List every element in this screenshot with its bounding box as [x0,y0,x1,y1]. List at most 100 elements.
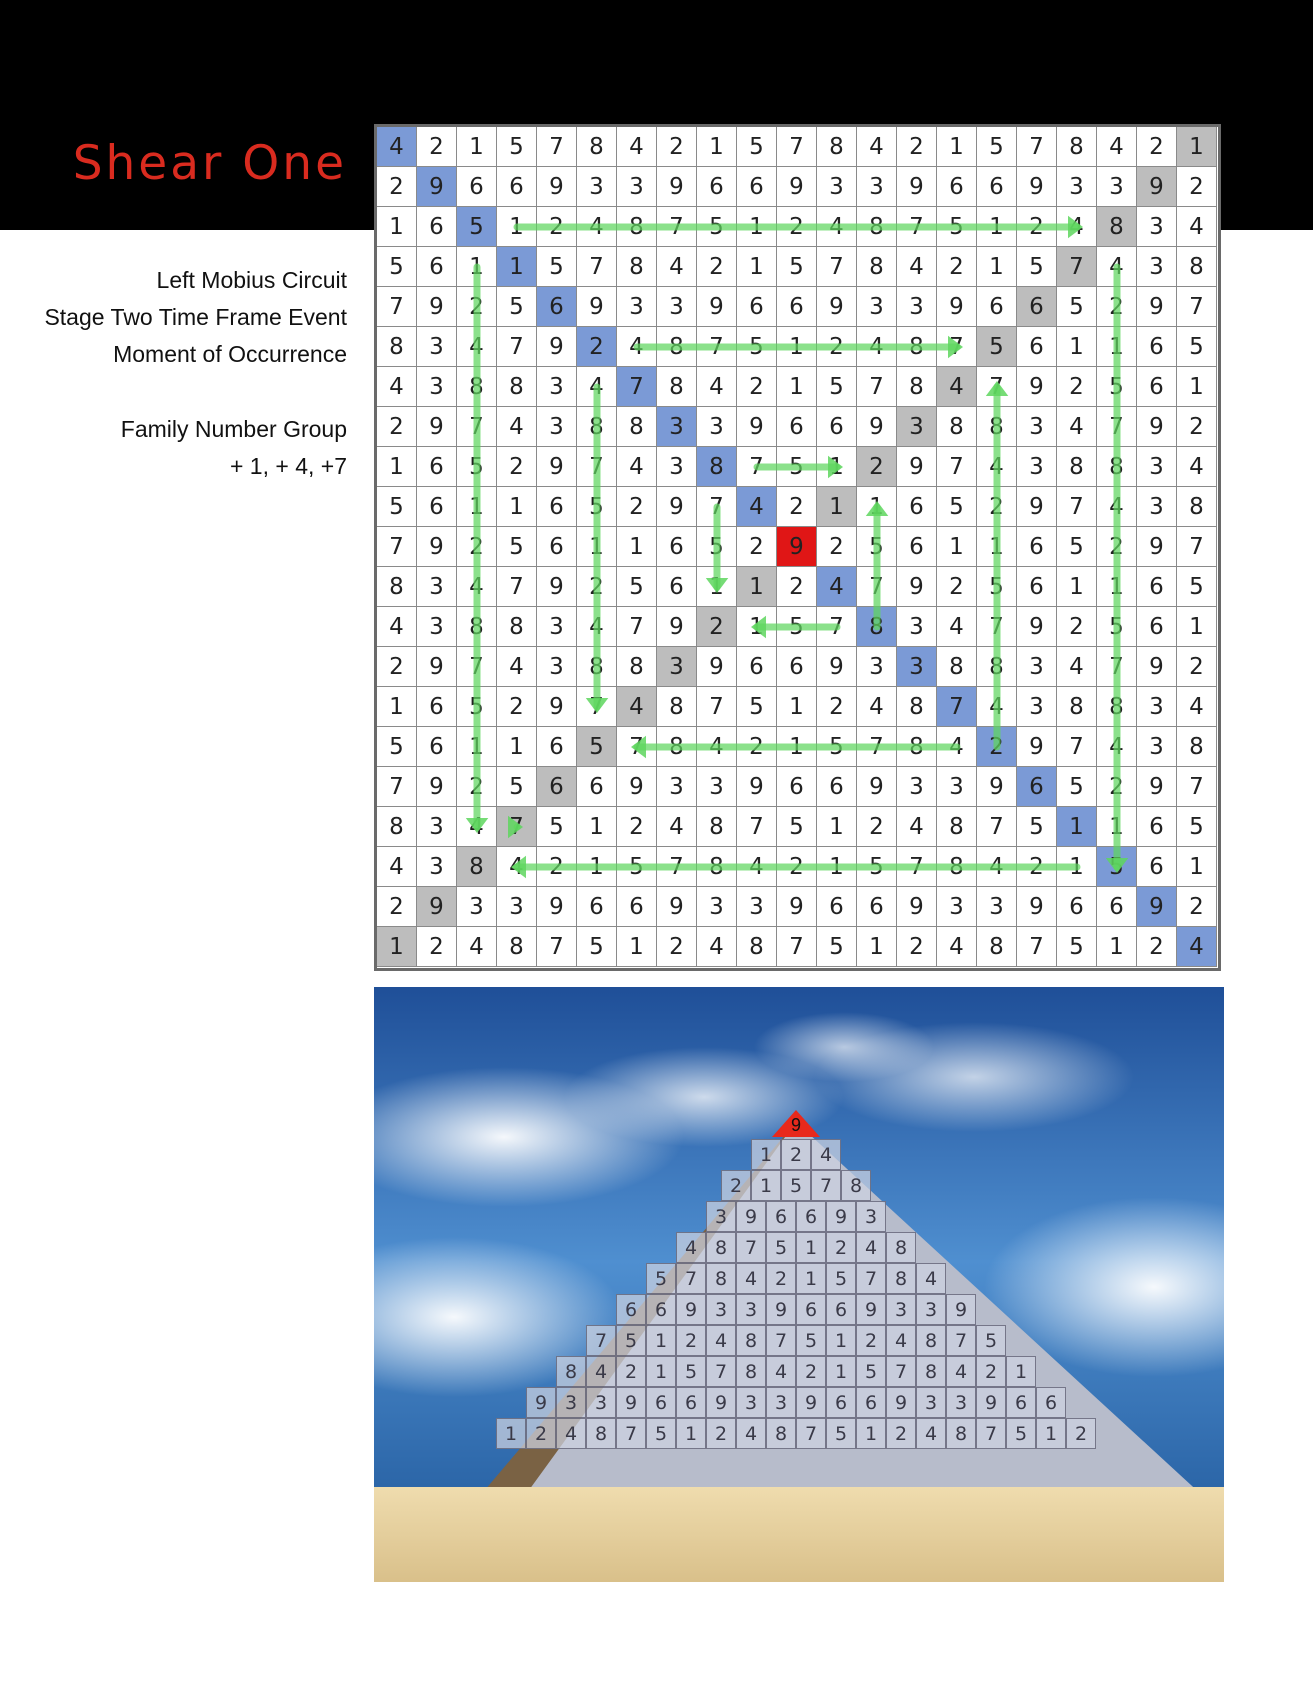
grid-cell: 5 [1057,767,1097,807]
grid-cell: 9 [537,447,577,487]
grid-cell: 4 [1057,407,1097,447]
pyramid-cell: 1 [796,1232,826,1263]
grid-cell: 5 [857,527,897,567]
grid-cell: 3 [617,287,657,327]
grid-cell: 5 [857,847,897,887]
grid-cell: 4 [1177,927,1217,967]
grid-cell: 2 [777,207,817,247]
grid-cell: 8 [697,807,737,847]
grid-cell: 8 [457,847,497,887]
pyramid-cell: 3 [946,1387,976,1418]
grid-cell: 1 [1097,327,1137,367]
pyramid-cell: 7 [946,1325,976,1356]
grid-cell: 9 [577,287,617,327]
pyramid-cell: 9 [706,1387,736,1418]
pyramid-cell: 4 [586,1356,616,1387]
grid-cell: 8 [897,727,937,767]
grid-cell: 5 [1177,567,1217,607]
grid-cell: 5 [617,567,657,607]
grid-cell: 5 [697,527,737,567]
grid-cell: 2 [377,167,417,207]
pyramid-cell: 4 [811,1139,841,1170]
grid-cell: 9 [777,167,817,207]
pyramid-cell: 5 [856,1356,886,1387]
grid-cell: 6 [537,767,577,807]
grid-cell: 5 [777,247,817,287]
grid-cell: 4 [1177,207,1217,247]
pyramid-cell: 9 [946,1294,976,1325]
grid-cell: 4 [1097,727,1137,767]
grid-cell: 5 [1057,527,1097,567]
grid-cell: 1 [777,727,817,767]
grid-cell: 8 [657,367,697,407]
grid-cell: 6 [417,447,457,487]
grid-cell: 8 [1057,447,1097,487]
pyramid-cell: 1 [796,1263,826,1294]
grid-cell: 7 [777,927,817,967]
pyramid-cell: 6 [646,1387,676,1418]
grid-cell: 8 [897,367,937,407]
grid-cell: 2 [1177,407,1217,447]
grid-cell: 1 [817,447,857,487]
grid-cell: 1 [1097,807,1137,847]
grid-cell: 4 [377,847,417,887]
grid-cell: 5 [497,287,537,327]
grid-cell: 6 [657,567,697,607]
grid-cell: 2 [617,487,657,527]
grid-cell: 7 [857,727,897,767]
grid-cell: 7 [817,607,857,647]
grid-cell: 4 [977,847,1017,887]
grid-cell: 3 [537,367,577,407]
grid-cell: 3 [417,567,457,607]
grid-cell: 2 [377,407,417,447]
grid-cell: 2 [417,927,457,967]
grid-cell: 1 [1177,367,1217,407]
pyramid-row: 5784215784 [646,1263,946,1294]
grid-cell: 1 [377,927,417,967]
grid-cell: 7 [1097,647,1137,687]
grid-cell: 2 [377,887,417,927]
grid-cell: 2 [1137,927,1177,967]
grid-cell: 9 [737,407,777,447]
pyramid-number-rows: 1242157839669348751248578421578466933966… [374,987,1224,1582]
grid-cell: 6 [1017,287,1057,327]
grid-cell: 1 [777,367,817,407]
pyramid-cell: 2 [766,1263,796,1294]
grid-cell: 9 [817,647,857,687]
caption-family-values: + 1, + 4, +7 [229,453,347,479]
pyramid-cell: 9 [766,1294,796,1325]
grid-cell: 1 [377,207,417,247]
pyramid-cell: 3 [856,1201,886,1232]
grid-cell: 5 [537,247,577,287]
grid-cell: 8 [977,927,1017,967]
grid-cell: 2 [657,927,697,967]
grid-cell: 6 [1137,567,1177,607]
pyramid-cell: 7 [766,1325,796,1356]
grid-cell: 7 [537,927,577,967]
pyramid-cell: 6 [856,1387,886,1418]
grid-cell: 7 [577,687,617,727]
grid-cell: 3 [937,767,977,807]
grid-cell: 6 [1017,767,1057,807]
grid-cell: 4 [697,927,737,967]
grid-cell: 6 [617,887,657,927]
pyramid-cell: 3 [586,1387,616,1418]
pyramid-cell: 4 [916,1418,946,1449]
grid-cell: 8 [1097,447,1137,487]
grid-cell: 5 [737,687,777,727]
grid-cell: 4 [577,607,617,647]
grid-cell: 6 [817,407,857,447]
caption-family-heading: Family Number Group [120,416,347,442]
grid-cell: 3 [1137,687,1177,727]
pyramid-cell: 8 [736,1325,766,1356]
grid-cell: 4 [937,727,977,767]
pyramid-cell: 2 [616,1356,646,1387]
grid-cell: 9 [417,287,457,327]
grid-cell: 3 [417,807,457,847]
grid-cell: 4 [857,327,897,367]
grid-cell: 5 [1017,247,1057,287]
grid-cell: 4 [897,807,937,847]
grid-cell: 2 [897,927,937,967]
grid-cell: 7 [937,687,977,727]
grid-cell: 3 [1137,207,1177,247]
